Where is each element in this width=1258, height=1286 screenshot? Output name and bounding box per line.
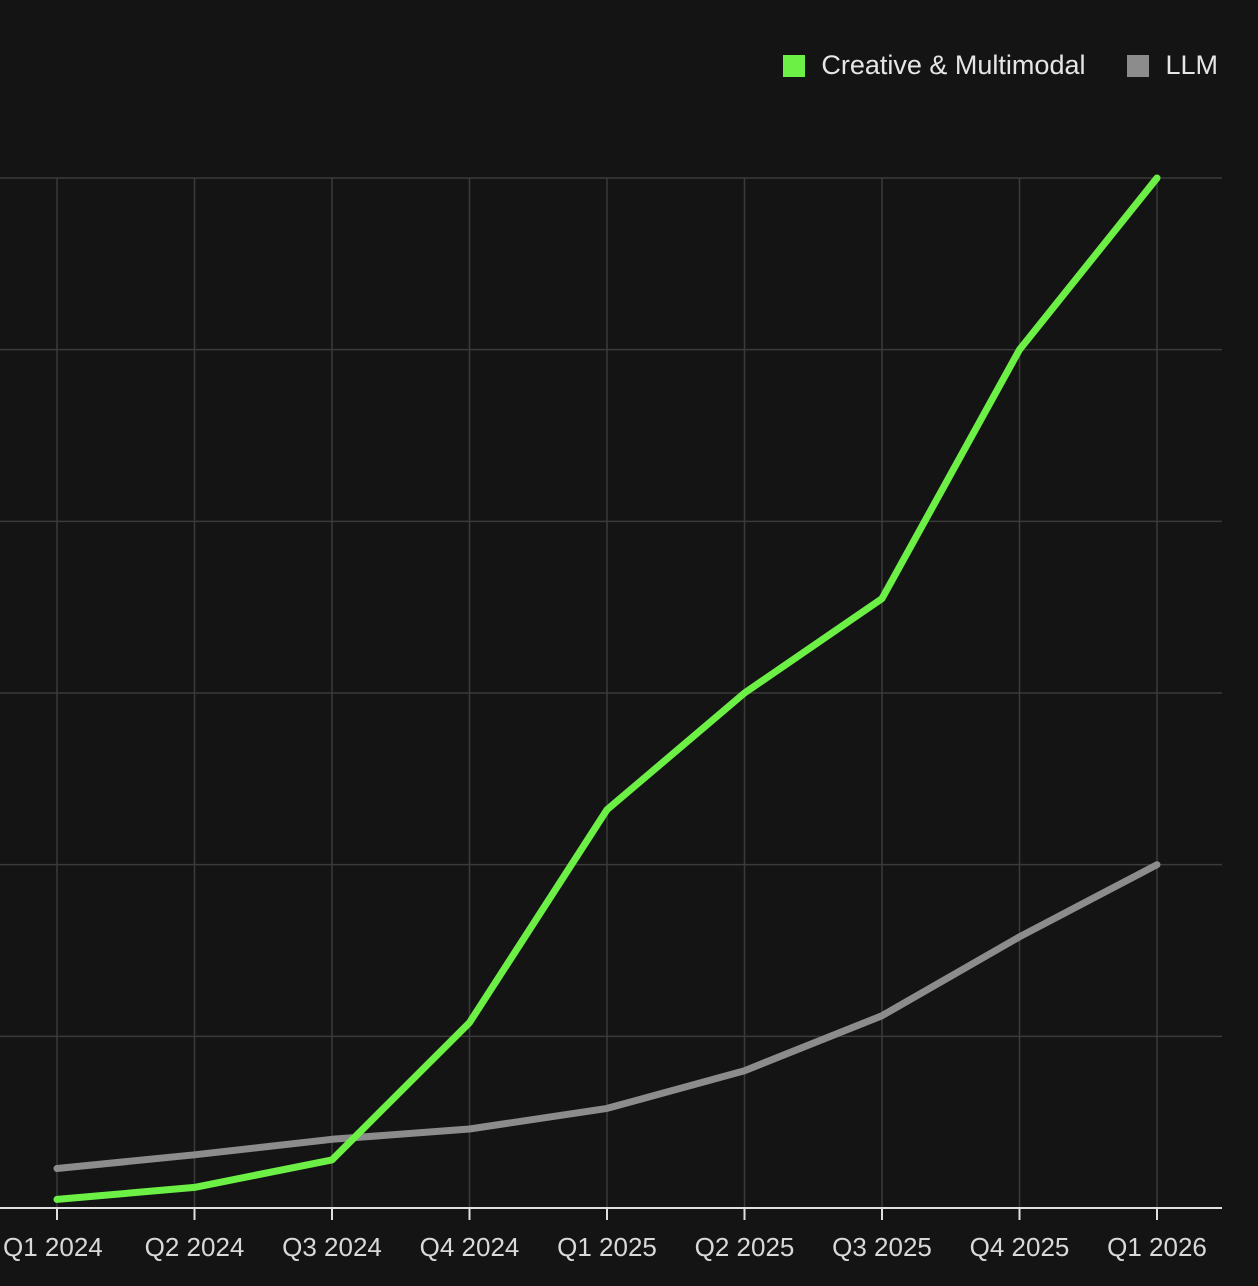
x-tick-label: Q2 2024 xyxy=(145,1232,245,1262)
x-tick-label: Q2 2025 xyxy=(695,1232,795,1262)
legend-swatch-creative-multimodal xyxy=(783,54,806,77)
legend-item-creative-multimodal: Creative & Multimodal xyxy=(783,50,1085,81)
x-tick-label: Q4 2025 xyxy=(970,1232,1070,1262)
legend-label-llm: LLM xyxy=(1165,50,1218,80)
legend: Creative & Multimodal LLM xyxy=(783,50,1218,81)
x-tick-label: Q4 2024 xyxy=(420,1232,520,1262)
legend-item-llm: LLM xyxy=(1127,50,1218,81)
legend-label-creative-multimodal: Creative & Multimodal xyxy=(821,50,1086,80)
x-tick-label: Q3 2025 xyxy=(832,1232,932,1262)
x-tick-label: Q1 2024 xyxy=(3,1232,103,1262)
chart-container: Q1 2024 Q2 2024 Q3 2024 Q4 2024 Q1 2025 Q2 20… xyxy=(0,0,1258,1286)
x-axis: Q1 2024 Q2 2024 Q3 2024 Q4 2024 Q1 2025 Q2 20… xyxy=(0,1207,1222,1262)
x-tick-label: Q1 2025 xyxy=(557,1232,657,1262)
legend-swatch-llm xyxy=(1127,54,1150,77)
x-tick-label: Q1 2026 xyxy=(1107,1232,1207,1262)
grid xyxy=(0,177,1222,1208)
x-tick-label: Q3 2024 xyxy=(282,1232,382,1262)
line-chart: Q1 2024 Q2 2024 Q3 2024 Q4 2024 Q1 2025 Q2 20… xyxy=(0,174,1222,1262)
